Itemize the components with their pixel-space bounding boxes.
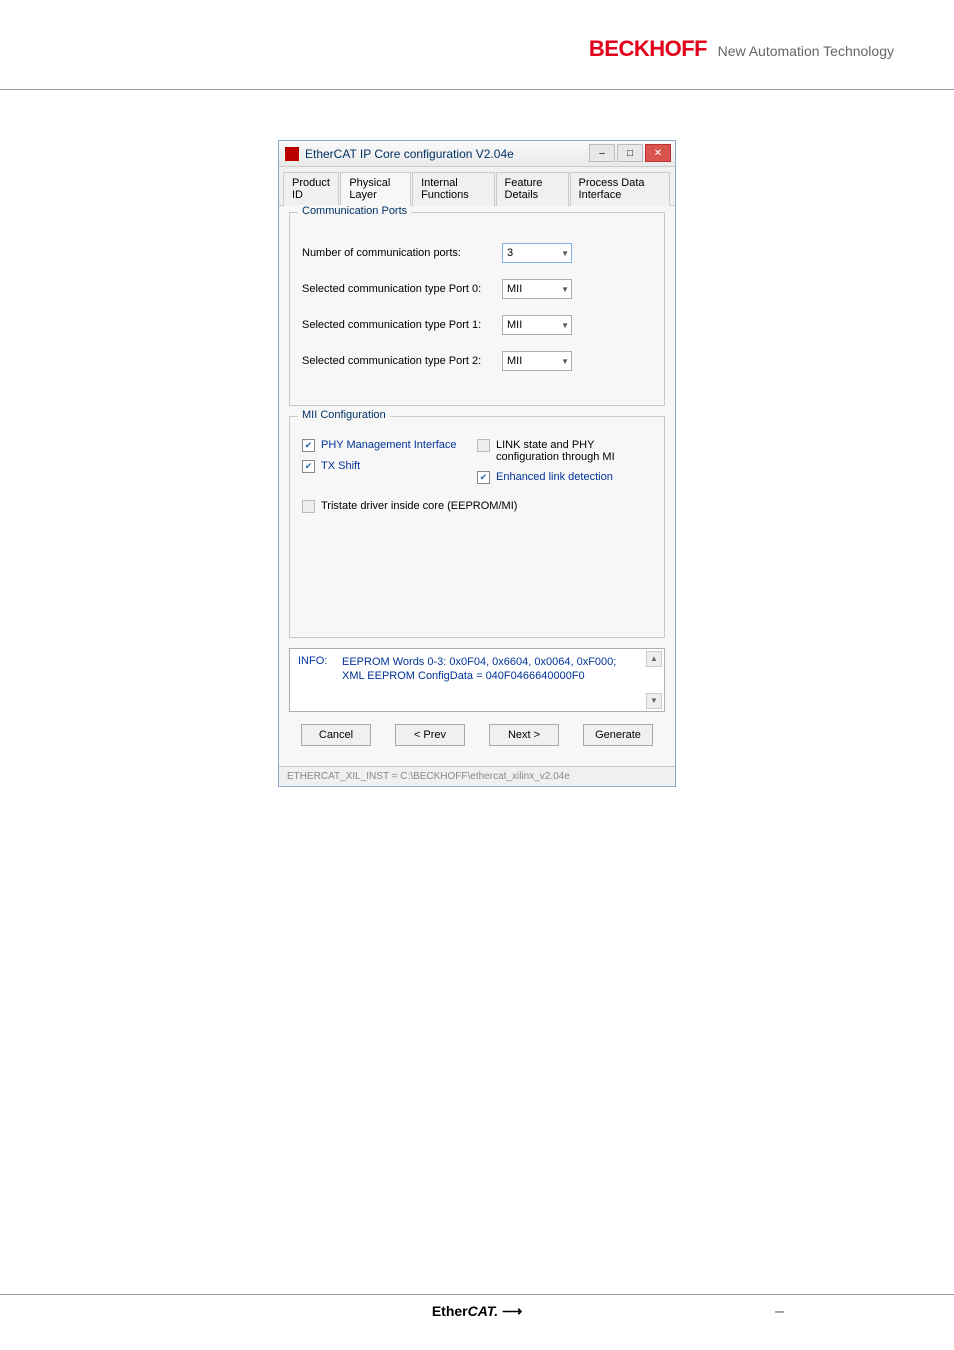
row-port2: Selected communication type Port 2: MII … <box>302 351 652 371</box>
mii-configuration-group: MII Configuration PHY Management Interfa… <box>289 416 665 638</box>
label-port0: Selected communication type Port 0: <box>302 283 502 295</box>
info-scrollbar[interactable]: ▲ ▼ <box>646 651 662 709</box>
label-num-ports: Number of communication ports: <box>302 247 502 259</box>
row-tristate: Tristate driver inside core (EEPROM/MI) <box>302 500 652 513</box>
scroll-up-icon[interactable]: ▲ <box>646 651 662 667</box>
tab-physical-layer[interactable]: Physical Layer <box>340 172 411 206</box>
checkbox-phy-mgmt[interactable] <box>302 439 315 452</box>
cancel-button[interactable]: Cancel <box>301 724 371 746</box>
label-link-phy: LINK state and PHY configuration through… <box>496 439 652 463</box>
status-text: ETHERCAT_XIL_INST = C:\BECKHOFF\ethercat… <box>287 771 570 782</box>
logo-suffix: CAT. <box>468 1303 499 1319</box>
label-enhanced: Enhanced link detection <box>496 471 613 483</box>
mii-columns: PHY Management Interface TX Shift LINK s… <box>302 431 652 492</box>
window-title: EtherCAT IP Core configuration V2.04e <box>305 147 514 161</box>
label-tristate: Tristate driver inside core (EEPROM/MI) <box>321 500 517 512</box>
scroll-down-icon[interactable]: ▼ <box>646 693 662 709</box>
combo-port0[interactable]: MII ▼ <box>502 279 572 299</box>
tab-feature-details[interactable]: Feature Details <box>496 172 569 206</box>
mii-col-left: PHY Management Interface TX Shift <box>302 431 477 492</box>
row-port0: Selected communication type Port 0: MII … <box>302 279 652 299</box>
logo-arrow-icon: ⟶ <box>498 1303 522 1319</box>
titlebar[interactable]: EtherCAT IP Core configuration V2.04e – … <box>279 141 675 167</box>
config-dialog: EtherCAT IP Core configuration V2.04e – … <box>278 140 676 787</box>
label-tx-shift: TX Shift <box>321 460 360 472</box>
chevron-down-icon: ▼ <box>561 321 569 330</box>
row-phy-mgmt: PHY Management Interface <box>302 439 477 452</box>
group-title-comm: Communication Ports <box>298 205 411 217</box>
info-line2: XML EEPROM ConfigData = 040F0466640000F0 <box>342 669 656 683</box>
button-row-inner: Cancel < Prev Next > Generate <box>301 724 653 746</box>
close-button[interactable]: ✕ <box>645 144 671 162</box>
button-row: Cancel < Prev Next > Generate <box>289 724 665 756</box>
content-area: EtherCAT IP Core configuration V2.04e – … <box>0 90 954 787</box>
minimize-button[interactable]: – <box>589 144 615 162</box>
combo-port0-value: MII <box>507 283 522 295</box>
info-box: INFO: EEPROM Words 0-3: 0x0F04, 0x6604, … <box>289 648 665 712</box>
blank-area <box>302 521 652 619</box>
tab-product-id[interactable]: Product ID <box>283 172 339 206</box>
brand-logo: BECKHOFF <box>589 36 707 61</box>
label-port1: Selected communication type Port 1: <box>302 319 502 331</box>
communication-ports-group: Communication Ports Number of communicat… <box>289 212 665 406</box>
brand-tagline: New Automation Technology <box>718 43 894 59</box>
checkbox-tristate <box>302 500 315 513</box>
status-bar: ETHERCAT_XIL_INST = C:\BECKHOFF\ethercat… <box>279 766 675 786</box>
chevron-down-icon: ▼ <box>561 285 569 294</box>
next-button[interactable]: Next > <box>489 724 559 746</box>
maximize-button[interactable]: □ <box>617 144 643 162</box>
tab-panel: Communication Ports Number of communicat… <box>279 206 675 766</box>
combo-num-ports-value: 3 <box>507 247 513 259</box>
window-buttons: – □ ✕ <box>587 144 671 162</box>
document-header: BECKHOFF New Automation Technology <box>0 0 954 90</box>
document-footer: EtherCAT. ⟶ – <box>0 1294 954 1320</box>
row-enhanced: Enhanced link detection <box>477 471 652 484</box>
tab-process-data-interface[interactable]: Process Data Interface <box>570 172 670 206</box>
tab-internal-functions[interactable]: Internal Functions <box>412 172 494 206</box>
label-phy-mgmt: PHY Management Interface <box>321 439 457 451</box>
combo-port1-value: MII <box>507 319 522 331</box>
footer-dash: – <box>775 1303 784 1321</box>
logo-prefix: Ether <box>432 1303 468 1319</box>
brand-block: BECKHOFF New Automation Technology <box>589 36 894 62</box>
tab-bar: Product ID Physical Layer Internal Funct… <box>279 167 675 206</box>
app-icon <box>285 147 299 161</box>
prev-button[interactable]: < Prev <box>395 724 465 746</box>
label-port2: Selected communication type Port 2: <box>302 355 502 367</box>
generate-button[interactable]: Generate <box>583 724 653 746</box>
ethercat-logo: EtherCAT. ⟶ <box>432 1303 522 1320</box>
row-tx-shift: TX Shift <box>302 460 477 473</box>
combo-port1[interactable]: MII ▼ <box>502 315 572 335</box>
info-label: INFO: <box>298 655 327 667</box>
checkbox-tx-shift[interactable] <box>302 460 315 473</box>
row-link-phy: LINK state and PHY configuration through… <box>477 439 652 463</box>
row-num-ports: Number of communication ports: 3 ▼ <box>302 243 652 263</box>
group-title-mii: MII Configuration <box>298 409 390 421</box>
checkbox-enhanced[interactable] <box>477 471 490 484</box>
chevron-down-icon: ▼ <box>561 249 569 258</box>
combo-port2-value: MII <box>507 355 522 367</box>
combo-num-ports[interactable]: 3 ▼ <box>502 243 572 263</box>
footer-inner: EtherCAT. ⟶ – <box>0 1303 954 1320</box>
info-line1: EEPROM Words 0-3: 0x0F04, 0x6604, 0x0064… <box>342 655 656 669</box>
chevron-down-icon: ▼ <box>561 357 569 366</box>
row-port1: Selected communication type Port 1: MII … <box>302 315 652 335</box>
checkbox-link-phy <box>477 439 490 452</box>
mii-col-right: LINK state and PHY configuration through… <box>477 431 652 492</box>
combo-port2[interactable]: MII ▼ <box>502 351 572 371</box>
